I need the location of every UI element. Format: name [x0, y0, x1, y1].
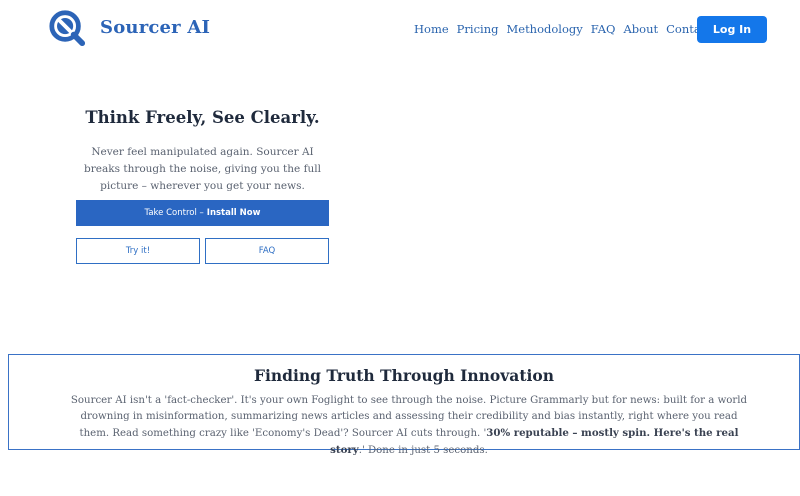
nav-methodology[interactable]: Methodology	[506, 22, 582, 36]
main-nav: Home Pricing Methodology FAQ About Conta…	[414, 22, 739, 36]
nav-pricing[interactable]: Pricing	[457, 22, 499, 36]
nav-about[interactable]: About	[623, 22, 658, 36]
install-button[interactable]: Take Control – Install Now	[76, 200, 329, 226]
innovation-text-end: .' Done in just 5 seconds.	[358, 445, 488, 456]
install-button-prefix: Take Control –	[144, 208, 204, 218]
magnifier-logo-icon[interactable]	[48, 9, 86, 47]
innovation-title: Finding Truth Through Innovation	[254, 366, 554, 385]
innovation-section: Finding Truth Through Innovation Sourcer…	[8, 354, 800, 456]
faq-button[interactable]: FAQ	[205, 238, 329, 264]
install-button-bold: Install Now	[206, 208, 261, 218]
hero-description: Never feel manipulated again. Sourcer AI…	[84, 146, 321, 192]
hero-title: Think Freely, See Clearly.	[85, 108, 320, 127]
login-button[interactable]: Log In	[697, 16, 767, 43]
nav-faq[interactable]: FAQ	[591, 22, 616, 36]
innovation-text: Sourcer AI isn't a 'fact-checker'. It's …	[67, 393, 751, 459]
nav-home[interactable]: Home	[414, 22, 449, 36]
brand-name[interactable]: Sourcer AI	[100, 17, 210, 38]
try-it-button[interactable]: Try it!	[76, 238, 200, 264]
